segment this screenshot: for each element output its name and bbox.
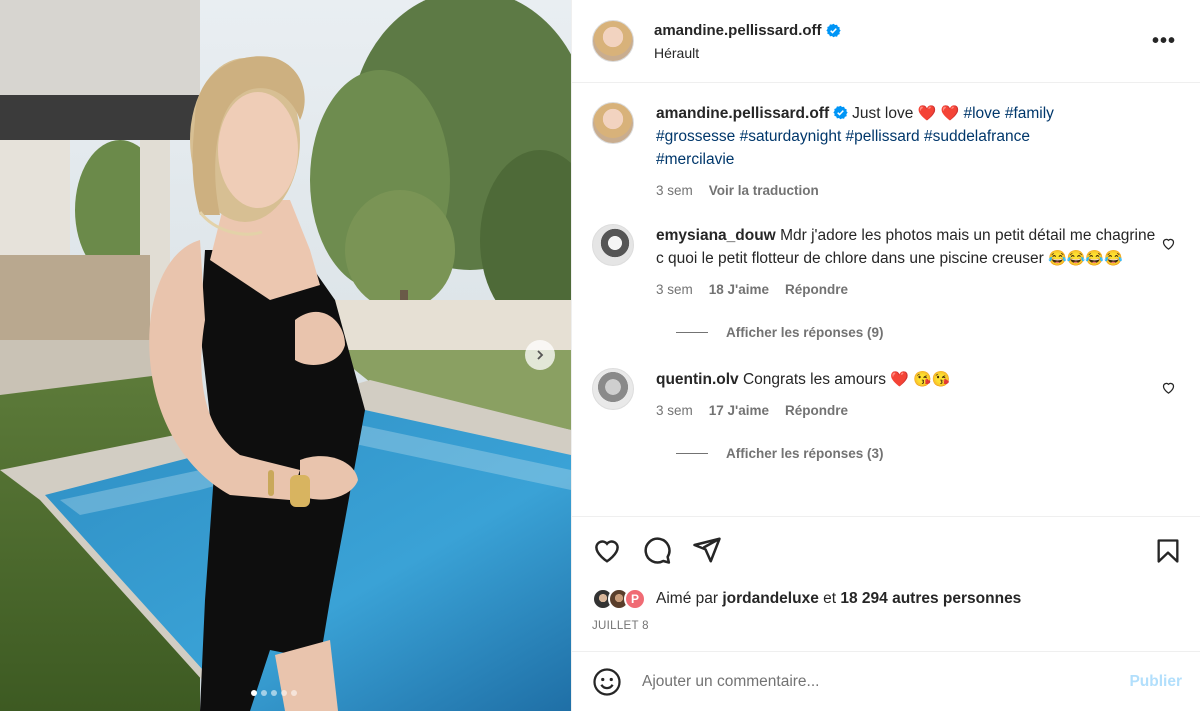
comment-likes[interactable]: 17 J'aime — [709, 399, 769, 422]
post-sidebar: amandine.pellissard.off Hérault ••• aman… — [571, 0, 1200, 711]
comment-meta: 3 sem 17 J'aime Répondre — [656, 399, 1156, 422]
more-options-button[interactable]: ••• — [1152, 30, 1176, 53]
comment-text: emysiana_douw Mdr j'adore les photos mai… — [656, 224, 1156, 270]
commenter-username[interactable]: emysiana_douw — [656, 227, 776, 244]
reply-button[interactable]: Répondre — [785, 399, 848, 422]
reply-button[interactable]: Répondre — [785, 278, 848, 301]
verified-badge-icon — [825, 23, 841, 37]
comment-time[interactable]: 3 sem — [656, 278, 693, 301]
divider-line — [676, 453, 708, 454]
like-heart-icon[interactable] — [592, 535, 622, 565]
post-location[interactable]: Hérault — [654, 45, 841, 61]
author-avatar[interactable] — [592, 20, 634, 62]
post-photo[interactable] — [0, 0, 571, 711]
comments-list[interactable]: amandine.pellissard.off Just love ❤️ ❤️ #… — [572, 84, 1200, 516]
carousel-dot[interactable] — [261, 690, 267, 696]
divider-line — [676, 332, 708, 333]
translate-button[interactable]: Voir la traduction — [709, 179, 819, 202]
caption-text: amandine.pellissard.off Just love ❤️ ❤️ #… — [656, 102, 1156, 171]
post-actions — [572, 516, 1200, 586]
liker-avatar-badge: P — [624, 588, 646, 610]
likes-summary[interactable]: P Aimé par jordandeluxe et 18 294 autres… — [592, 588, 1021, 610]
like-comment-heart-icon[interactable] — [1161, 380, 1176, 395]
commenter-avatar[interactable] — [592, 224, 634, 266]
comment-time[interactable]: 3 sem — [656, 399, 693, 422]
view-replies-label[interactable]: Afficher les réponses (3) — [726, 446, 884, 461]
carousel-dots — [251, 690, 297, 696]
hashtags-1[interactable]: #love #family — [963, 105, 1053, 122]
comment-emojis: ❤️ 😘😘 — [890, 371, 951, 388]
likes-prefix: Aimé par — [656, 590, 719, 607]
author-username-text[interactable]: amandine.pellissard.off — [654, 22, 822, 39]
view-replies-label[interactable]: Afficher les réponses (9) — [726, 325, 884, 340]
liker-avatars: P — [592, 588, 646, 610]
view-replies-button[interactable]: Afficher les réponses (3) — [676, 446, 1180, 461]
caption-time[interactable]: 3 sem — [656, 179, 693, 202]
liker-username[interactable]: jordandeluxe — [722, 590, 818, 607]
photo-scene — [0, 0, 571, 711]
share-send-icon[interactable] — [692, 535, 722, 565]
comment: quentin.olv Congrats les amours ❤️ 😘😘 3 … — [592, 368, 1180, 422]
carousel-dot[interactable] — [291, 690, 297, 696]
carousel-dot[interactable] — [251, 690, 257, 696]
comment-text: quentin.olv Congrats les amours ❤️ 😘😘 — [656, 368, 1156, 391]
post-date[interactable]: JUILLET 8 — [592, 620, 649, 632]
carousel-dot[interactable] — [281, 690, 287, 696]
verified-badge-icon — [833, 105, 848, 120]
caption: amandine.pellissard.off Just love ❤️ ❤️ #… — [592, 102, 1180, 202]
post-header: amandine.pellissard.off Hérault ••• — [572, 0, 1200, 83]
comment-likes[interactable]: 18 J'aime — [709, 278, 769, 301]
carousel-next-button[interactable] — [525, 340, 555, 370]
commenter-username[interactable]: quentin.olv — [656, 371, 739, 388]
comment-input[interactable] — [642, 672, 1082, 691]
comment-meta: 3 sem 18 J'aime Répondre — [656, 278, 1156, 301]
bookmark-save-icon[interactable] — [1154, 537, 1182, 565]
hashtags-2[interactable]: #grossesse #saturdaynight #pellissard #s… — [656, 128, 1030, 145]
like-comment-heart-icon[interactable] — [1161, 236, 1176, 251]
likes-connector: et — [823, 590, 837, 607]
author-username[interactable]: amandine.pellissard.off — [654, 22, 841, 39]
comment-bubble-icon[interactable] — [642, 535, 672, 565]
caption-body: Just love — [852, 105, 914, 122]
caption-emojis: ❤️ ❤️ — [917, 105, 960, 122]
comment-emojis: 😂😂😂😂 — [1048, 250, 1123, 267]
commenter-avatar[interactable] — [592, 368, 634, 410]
caption-avatar[interactable] — [592, 102, 634, 144]
carousel-dot[interactable] — [271, 690, 277, 696]
chevron-right-icon — [537, 350, 544, 360]
emoji-picker-icon[interactable] — [592, 667, 622, 697]
comment: emysiana_douw Mdr j'adore les photos mai… — [592, 224, 1180, 301]
add-comment-bar: Publier — [572, 651, 1200, 711]
hashtags-3[interactable]: #mercilavie — [656, 151, 734, 168]
likes-text: Aimé par jordandeluxe et 18 294 autres p… — [656, 590, 1021, 608]
publish-button[interactable]: Publier — [1129, 673, 1182, 691]
view-replies-button[interactable]: Afficher les réponses (9) — [676, 325, 1180, 340]
post-modal: amandine.pellissard.off Hérault ••• aman… — [0, 0, 1200, 711]
likes-others[interactable]: 18 294 autres personnes — [840, 590, 1021, 607]
caption-meta: 3 sem Voir la traduction — [656, 179, 1156, 202]
comment-body: Congrats les amours — [742, 371, 886, 388]
caption-username[interactable]: amandine.pellissard.off — [656, 105, 829, 122]
